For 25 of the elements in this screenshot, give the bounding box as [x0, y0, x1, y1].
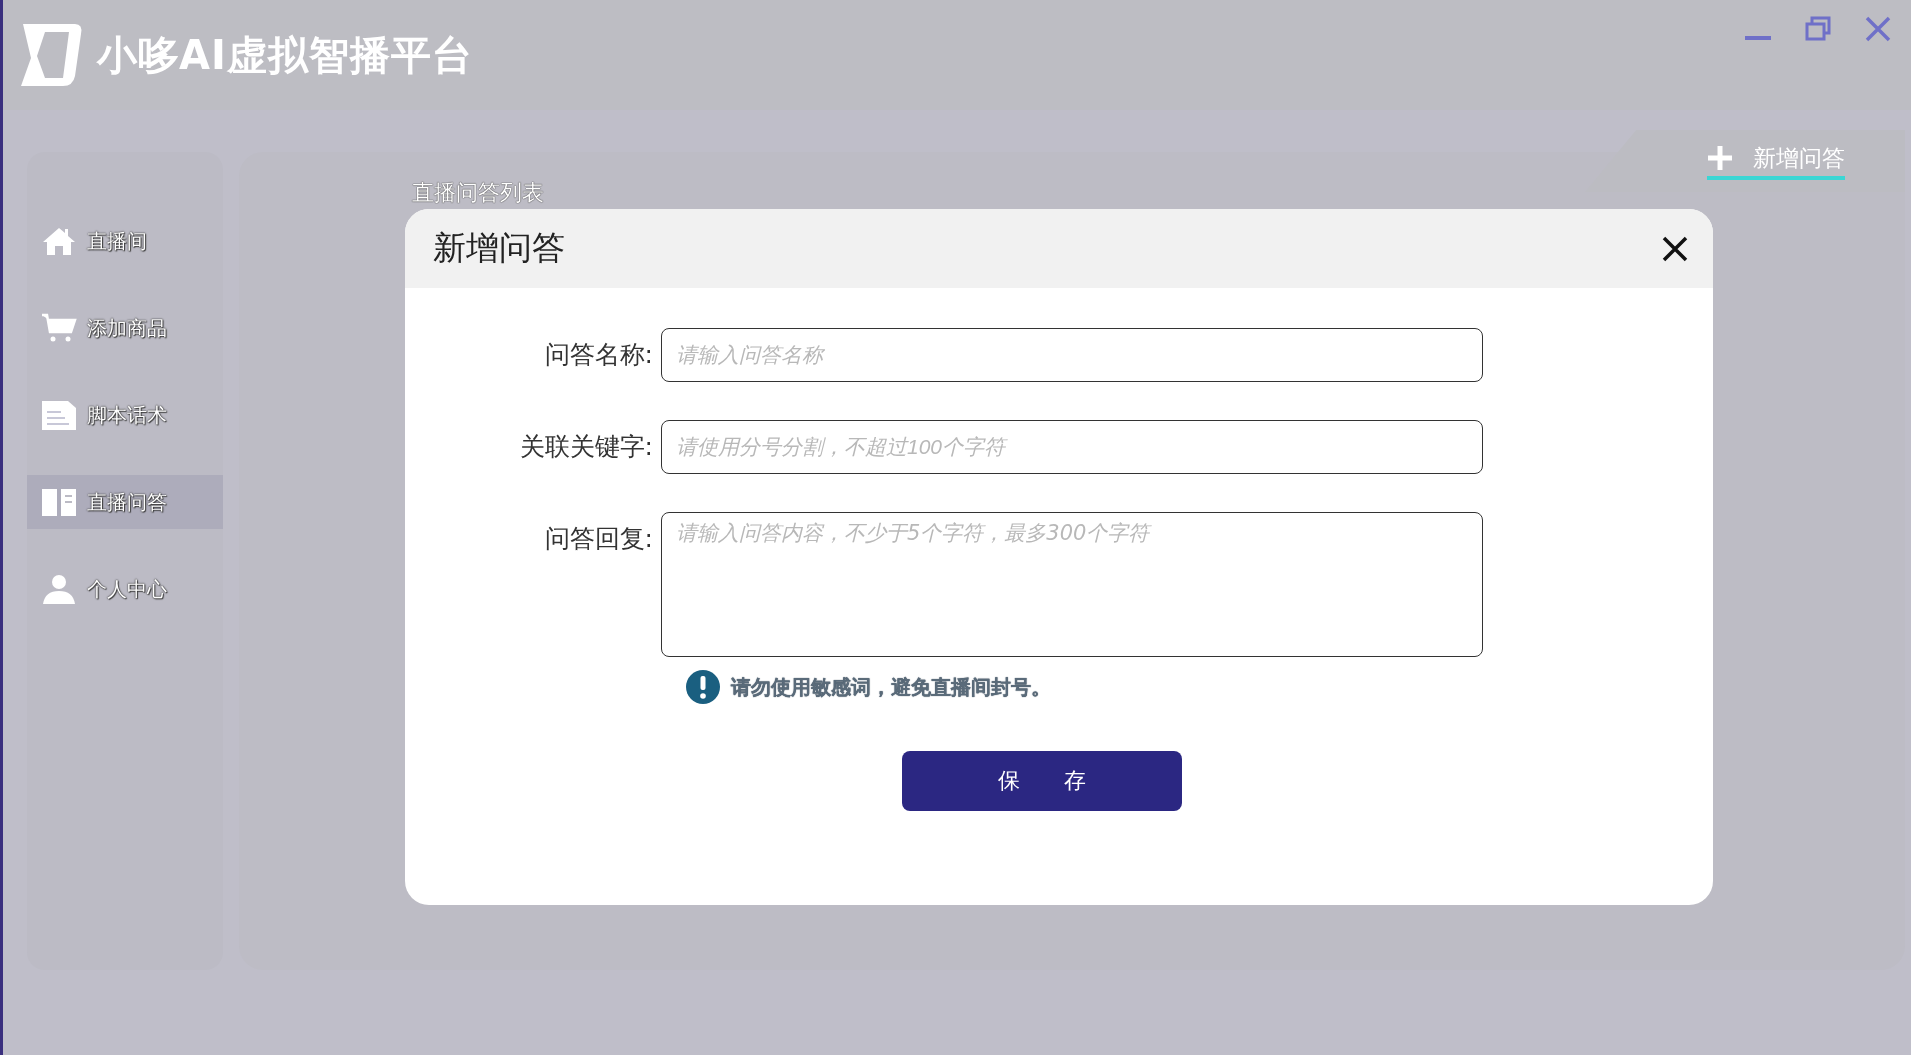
- document-icon: [41, 399, 77, 431]
- reply-field[interactable]: 请输入问答内容，不少于5个字符，最多300个字符: [661, 512, 1483, 657]
- field-label: 问答回复:: [543, 523, 654, 555]
- field-label: 关联关键字:: [518, 431, 654, 463]
- user-icon: [41, 573, 77, 605]
- close-icon[interactable]: [1661, 234, 1689, 263]
- cart-icon: [41, 312, 77, 344]
- app-title: 小哆AI虚拟智播平台: [97, 30, 474, 80]
- sidebar-item[interactable]: 脚本话术: [27, 388, 223, 442]
- input-field[interactable]: 请输入问答名称: [661, 328, 1483, 382]
- plus-icon: [1707, 145, 1733, 171]
- sidebar-item[interactable]: 个人中心: [27, 562, 223, 616]
- open-book-icon: [41, 486, 77, 518]
- sidebar-item[interactable]: 添加商品: [27, 301, 223, 355]
- field-label: 问答名称:: [543, 339, 654, 371]
- save-button[interactable]: 保 存: [902, 751, 1182, 811]
- sidebar-item[interactable]: 直播问答: [27, 475, 223, 529]
- sidebar-item[interactable]: 直播间: [27, 214, 223, 268]
- input-field[interactable]: 请使用分号分割，不超过100个字符: [661, 420, 1483, 474]
- warning-text: 请勿使用敏感词，避免直播间封号。: [731, 673, 1051, 701]
- dialog-title: 新增问答: [433, 227, 565, 269]
- exclamation-icon: [685, 669, 721, 705]
- restore-icon[interactable]: [1805, 16, 1831, 42]
- list-heading: 直播问答列表: [412, 179, 544, 207]
- home-icon: [41, 225, 77, 257]
